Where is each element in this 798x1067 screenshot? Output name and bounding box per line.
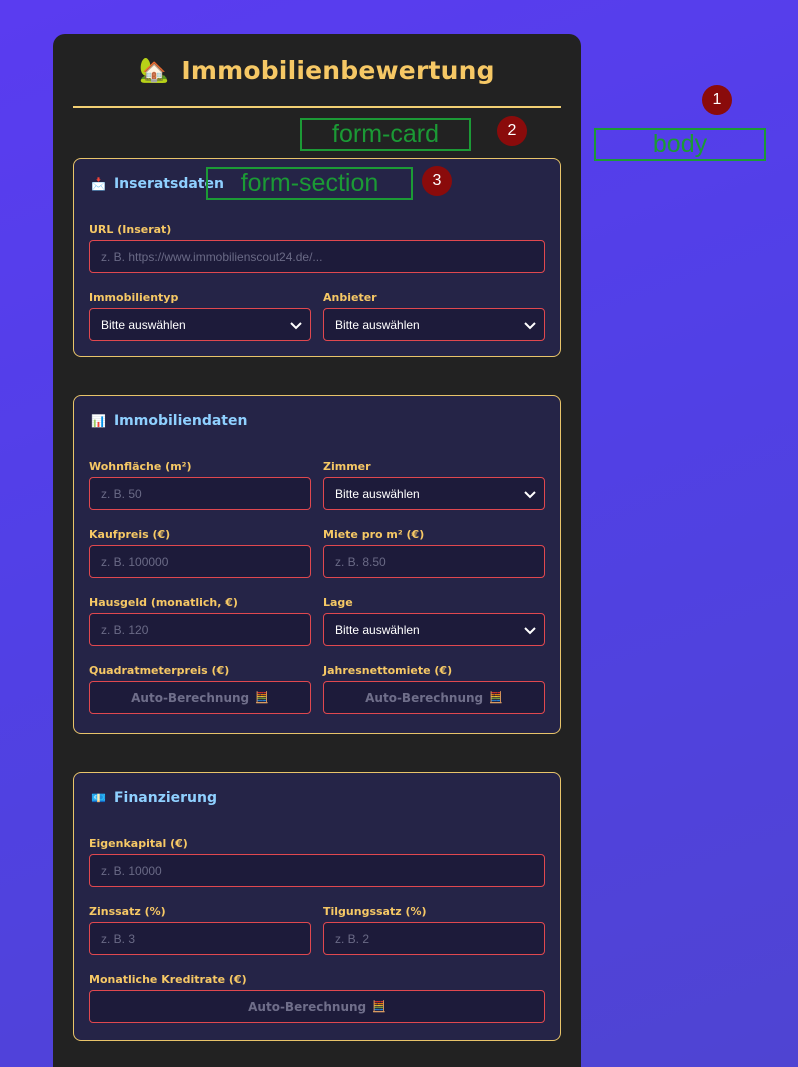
page-title-text: Immobilienbewertung — [181, 55, 495, 85]
chevron-down-icon — [524, 626, 536, 634]
calculator-icon: 🧮 — [255, 691, 269, 704]
fee-input[interactable]: z. B. 120 — [89, 613, 311, 646]
annotation-marker-form-section: 3 — [422, 166, 452, 196]
page-body: { "form": { "title": "Immobilienbewertun… — [0, 0, 798, 1067]
monthly-rate-value: Auto-Berechnung — [248, 999, 367, 1014]
annotation-form-card: form-card — [300, 118, 471, 151]
rent-label: Miete pro m² (€) — [323, 528, 425, 541]
annotation-form-section: form-section — [206, 167, 413, 200]
equity-input[interactable]: z. B. 10000 — [89, 854, 545, 887]
annotation-marker-body: 1 — [702, 85, 732, 115]
annotation-marker-form-card: 2 — [497, 116, 527, 146]
area-input[interactable]: z. B. 50 — [89, 477, 311, 510]
repayment-label: Tilgungssatz (%) — [323, 905, 427, 918]
rooms-label: Zimmer — [323, 460, 371, 473]
provider-select[interactable]: Bitte auswählen — [323, 308, 545, 341]
interest-label: Zinssatz (%) — [89, 905, 166, 918]
annual-rent-output: Auto-Berechnung 🧮 — [323, 681, 545, 714]
url-label: URL (Inserat) — [89, 223, 172, 236]
form-section-financing: 💶 Finanzierung Eigenkapital (€) z. B. 10… — [73, 772, 561, 1041]
rooms-select[interactable]: Bitte auswählen — [323, 477, 545, 510]
equity-label: Eigenkapital (€) — [89, 837, 188, 850]
bar-chart-icon: 📊 — [91, 414, 106, 428]
sqm-price-output: Auto-Berechnung 🧮 — [89, 681, 311, 714]
sqm-price-label: Quadratmeterpreis (€) — [89, 664, 230, 677]
section-heading-text: Immobiliendaten — [113, 413, 248, 429]
location-value: Bitte auswählen — [335, 622, 420, 637]
inbox-icon: 📩 — [91, 177, 106, 191]
chevron-down-icon — [524, 321, 536, 329]
location-label: Lage — [323, 596, 353, 609]
monthly-rate-label: Monatliche Kreditrate (€) — [89, 973, 247, 986]
price-label: Kaufpreis (€) — [89, 528, 171, 541]
annual-rent-value: Auto-Berechnung — [365, 690, 484, 705]
area-label: Wohnfläche (m²) — [89, 460, 192, 473]
chevron-down-icon — [290, 321, 302, 329]
calculator-icon: 🧮 — [489, 691, 503, 704]
page-title: 🏡 Immobilienbewertung — [73, 34, 561, 108]
house-icon: 🏡 — [139, 56, 170, 84]
chevron-down-icon — [524, 490, 536, 498]
repayment-input[interactable]: z. B. 2 — [323, 922, 545, 955]
money-icon: 💶 — [91, 791, 106, 805]
property-type-select[interactable]: Bitte auswählen — [89, 308, 311, 341]
property-type-label: Immobilientyp — [89, 291, 179, 304]
monthly-rate-output: Auto-Berechnung 🧮 — [89, 990, 545, 1023]
provider-label: Anbieter — [323, 291, 377, 304]
provider-value: Bitte auswählen — [335, 317, 420, 332]
section-heading-text: Finanzierung — [113, 790, 217, 806]
fee-label: Hausgeld (monatlich, €) — [89, 596, 238, 609]
price-input[interactable]: z. B. 100000 — [89, 545, 311, 578]
annual-rent-label: Jahresnettomiete (€) — [323, 664, 453, 677]
property-type-value: Bitte auswählen — [101, 317, 186, 332]
rent-input[interactable]: z. B. 8.50 — [323, 545, 545, 578]
form-section-property: 📊 Immobiliendaten Wohnfläche (m²) z. B. … — [73, 395, 561, 734]
location-select[interactable]: Bitte auswählen — [323, 613, 545, 646]
url-input[interactable]: z. B. https://www.immobilienscout24.de/.… — [89, 240, 545, 273]
sqm-price-value: Auto-Berechnung — [131, 690, 250, 705]
section-heading-financing: 💶 Finanzierung — [89, 773, 545, 823]
rooms-value: Bitte auswählen — [335, 486, 420, 501]
calculator-icon: 🧮 — [372, 1000, 386, 1013]
interest-input[interactable]: z. B. 3 — [89, 922, 311, 955]
section-heading-property: 📊 Immobiliendaten — [89, 396, 545, 446]
annotation-body: body — [594, 128, 766, 161]
